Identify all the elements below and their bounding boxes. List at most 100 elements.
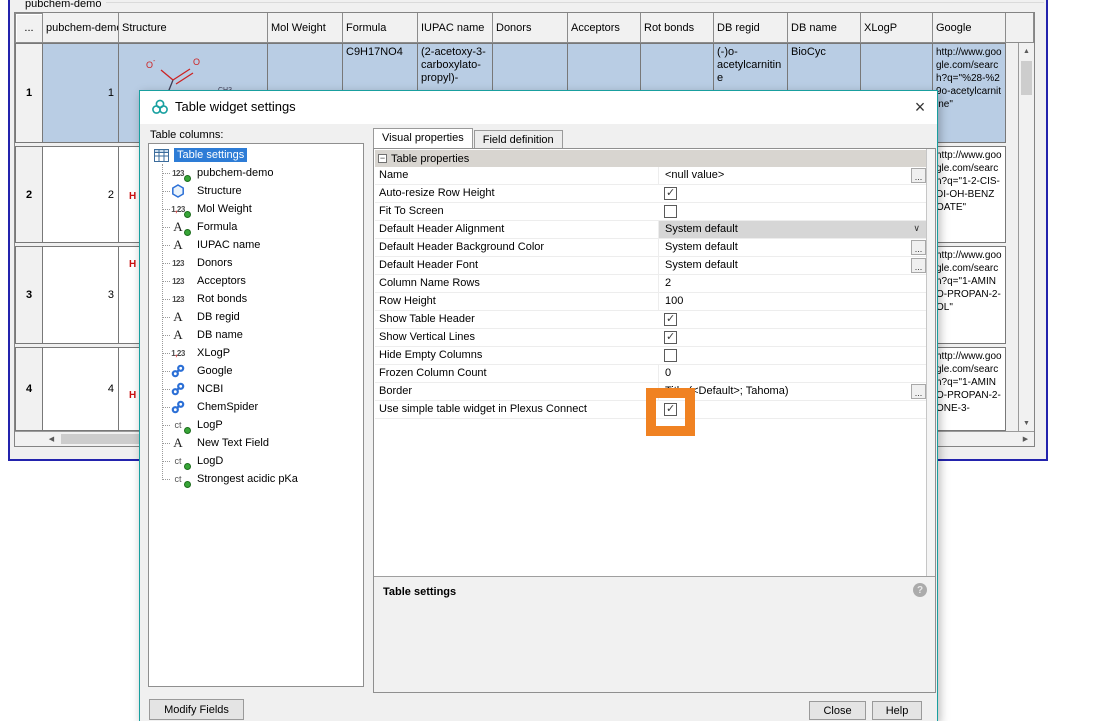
property-value[interactable]: Title (<Default>; Tahoma) [658, 383, 928, 400]
help-icon[interactable]: ? [913, 583, 927, 597]
property-row-row-height: Row Height100 [375, 293, 928, 311]
cell-google[interactable]: http://www.google.com/search?q="1-AMINO-… [933, 246, 1006, 344]
row-header[interactable]: 3 [15, 246, 43, 344]
property-row-name: Name<null value>... [375, 167, 928, 185]
property-label: Fit To Screen [379, 205, 444, 217]
column-header-rotbonds[interactable]: Rot bonds [641, 13, 714, 43]
status-dot-green [184, 481, 191, 488]
column-header-molweight[interactable]: Mol Weight [268, 13, 343, 43]
status-dot-green [184, 229, 191, 236]
panel-title: pubchem-demo [22, 0, 104, 10]
row-header[interactable]: 4 [15, 347, 43, 431]
tab-visual-properties[interactable]: Visual properties [373, 128, 473, 149]
text-field-icon: A [165, 237, 191, 253]
status-dot-green [184, 211, 191, 218]
column-header-google[interactable]: Google [933, 13, 1006, 43]
cell-google[interactable]: http://www.google.com/search?q="%28-%29o… [933, 43, 1006, 143]
close-icon[interactable]: × [906, 94, 934, 121]
checkbox-show-table-header[interactable] [664, 313, 677, 326]
ellipsis-button[interactable]: ... [911, 258, 926, 273]
column-header-iupac[interactable]: IUPAC name [418, 13, 493, 43]
column-header-dbname[interactable]: DB name [788, 13, 861, 43]
help-button[interactable]: Help [872, 701, 922, 720]
structure-fragment: H [129, 191, 136, 202]
column-header-acceptors[interactable]: Acceptors [568, 13, 641, 43]
tree-item-label: Formula [194, 220, 240, 234]
text-field-icon: A [165, 327, 191, 343]
status-dot-green [184, 463, 191, 470]
tree-item-logd[interactable]: ctLogD [149, 452, 363, 470]
column-header-dbregid[interactable]: DB regid [714, 13, 788, 43]
tree-item-formula[interactable]: AFormula [149, 218, 363, 236]
tree-item-xlogp[interactable]: 1,23XLogP [149, 344, 363, 362]
scroll-down-icon[interactable]: ▼ [1019, 415, 1034, 431]
ellipsis-button[interactable]: ... [911, 168, 926, 183]
tree-item-rot-bonds[interactable]: 123Rot bonds [149, 290, 363, 308]
property-value[interactable]: <null value> [658, 167, 928, 184]
column-header-donors[interactable]: Donors [493, 13, 568, 43]
tab-field-definition[interactable]: Field definition [474, 130, 563, 149]
grid-header-row: ...pubchem-demoStructureMol WeightFormul… [15, 13, 1034, 43]
cell-google[interactable]: http://www.google.com/search?q="1-2-CIS-… [933, 146, 1006, 243]
checkbox-auto-resize-row-height[interactable] [664, 187, 677, 200]
tree-item-google[interactable]: Google [149, 362, 363, 380]
tree-item-pubchem-demo[interactable]: 123pubchem-demo [149, 164, 363, 182]
column-header-structure[interactable]: Structure [119, 13, 268, 43]
property-value[interactable]: 100 [658, 293, 928, 310]
tree-item-iupac-name[interactable]: AIUPAC name [149, 236, 363, 254]
property-row-default-header-background-color: Default Header Background ColorSystem de… [375, 239, 928, 257]
tree-item-label: Donors [194, 256, 235, 270]
row-header[interactable]: 1 [15, 43, 43, 143]
scroll-up-icon[interactable]: ▲ [1019, 43, 1034, 59]
close-button[interactable]: Close [809, 701, 866, 720]
table-corner-button[interactable]: ... [15, 13, 43, 43]
checkbox-show-vertical-lines[interactable] [664, 331, 677, 344]
structure-fragment: H [129, 390, 136, 401]
column-header-xlogp[interactable]: XLogP [861, 13, 933, 43]
column-header-formula[interactable]: Formula [343, 13, 418, 43]
scroll-left-icon[interactable]: ◀ [44, 432, 59, 446]
collapse-group-icon[interactable]: − [378, 154, 387, 163]
cell-pubchem[interactable]: 3 [43, 246, 119, 344]
tree-item-label: Rot bonds [194, 292, 250, 306]
cell-pubchem[interactable]: 2 [43, 146, 119, 243]
tree-item-mol-weight[interactable]: 1,23Mol Weight [149, 200, 363, 218]
property-label: Frozen Column Count [379, 367, 487, 379]
property-label: Default Header Font [379, 259, 478, 271]
property-value[interactable]: 2 [658, 275, 928, 292]
ellipsis-button[interactable]: ... [911, 384, 926, 399]
tree-item-label: IUPAC name [194, 238, 263, 252]
tree-item-db-regid[interactable]: ADB regid [149, 308, 363, 326]
ellipsis-button[interactable]: ... [911, 240, 926, 255]
properties-scrollbar[interactable] [926, 149, 935, 577]
checkbox-hide-empty-columns[interactable] [664, 349, 677, 362]
tree-item-donors[interactable]: 123Donors [149, 254, 363, 272]
tree-item-table-settings[interactable]: Table settings [149, 146, 363, 164]
property-value[interactable]: System default∨ [658, 221, 928, 238]
tree-item-new-text-field[interactable]: ANew Text Field [149, 434, 363, 452]
cell-google[interactable]: http://www.google.com/search?q="1-AMINO-… [933, 347, 1006, 431]
tree-item-db-name[interactable]: ADB name [149, 326, 363, 344]
tree-item-chemspider[interactable]: ChemSpider [149, 398, 363, 416]
tree-item-strongest-acidic-pka[interactable]: ctStrongest acidic pKa [149, 470, 363, 488]
modify-fields-button[interactable]: Modify Fields [149, 699, 244, 720]
column-header-pubchem[interactable]: pubchem-demo [43, 13, 119, 43]
property-value[interactable]: 0 [658, 365, 928, 382]
row-header[interactable]: 2 [15, 146, 43, 243]
cell-pubchem[interactable]: 4 [43, 347, 119, 431]
scroll-right-icon[interactable]: ▶ [1018, 432, 1033, 446]
dialog-titlebar[interactable]: Table widget settings × [140, 91, 937, 124]
grid-vertical-scrollbar[interactable]: ▲ ▼ [1018, 43, 1034, 431]
property-value[interactable]: System default [658, 239, 928, 256]
tree-item-logp[interactable]: ctLogP [149, 416, 363, 434]
checkbox-fit-to-screen[interactable] [664, 205, 677, 218]
tree-item-structure[interactable]: Structure [149, 182, 363, 200]
cell-pubchem[interactable]: 1 [43, 43, 119, 143]
link-field-icon [165, 381, 191, 397]
vertical-scroll-thumb[interactable] [1021, 61, 1032, 95]
tree-item-label: XLogP [194, 346, 233, 360]
tree-item-acceptors[interactable]: 123Acceptors [149, 272, 363, 290]
integer-field-icon: 123 [165, 273, 191, 289]
tree-item-ncbi[interactable]: NCBI [149, 380, 363, 398]
property-value[interactable]: System default [658, 257, 928, 274]
